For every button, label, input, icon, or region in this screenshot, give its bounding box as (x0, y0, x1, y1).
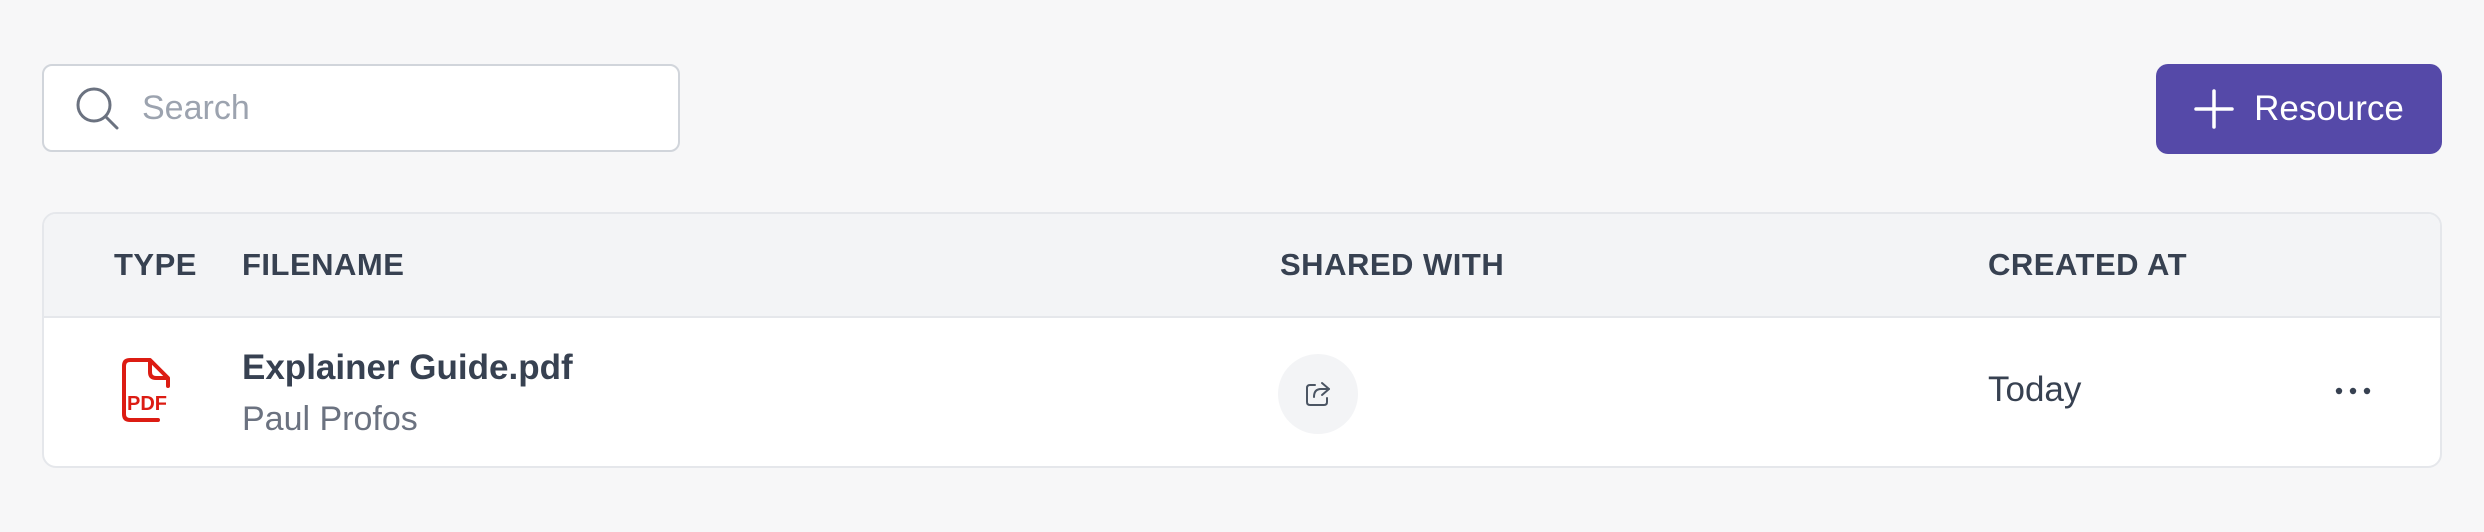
file-name[interactable]: Explainer Guide.pdf (242, 348, 573, 388)
share-icon (1303, 379, 1333, 409)
pdf-icon: PDF (114, 356, 184, 426)
add-resource-label: Resource (2254, 89, 2404, 128)
column-header-filename: FILENAME (242, 247, 405, 282)
column-header-shared-with: SHARED WITH (1280, 247, 1505, 282)
table-header: TYPE FILENAME SHARED WITH CREATED AT (44, 214, 2440, 318)
created-at: Today (1988, 370, 2082, 409)
toolbar: Resource (42, 64, 2442, 154)
table-row[interactable]: PDF Explainer Guide.pdf Paul Profos Toda… (44, 318, 2440, 466)
more-options-button[interactable] (2328, 366, 2378, 416)
file-owner: Paul Profos (242, 400, 418, 438)
search-box[interactable] (42, 64, 680, 152)
share-button[interactable] (1278, 354, 1358, 434)
add-resource-button[interactable]: Resource (2156, 64, 2442, 154)
resources-table: TYPE FILENAME SHARED WITH CREATED AT PDF… (42, 212, 2442, 468)
column-header-created-at: CREATED AT (1988, 247, 2188, 282)
column-header-type: TYPE (114, 247, 197, 282)
search-icon (72, 83, 122, 133)
search-input[interactable] (140, 87, 644, 129)
plus-icon (2194, 89, 2234, 129)
svg-text:PDF: PDF (127, 393, 167, 415)
more-horizontal-icon (2333, 386, 2373, 396)
